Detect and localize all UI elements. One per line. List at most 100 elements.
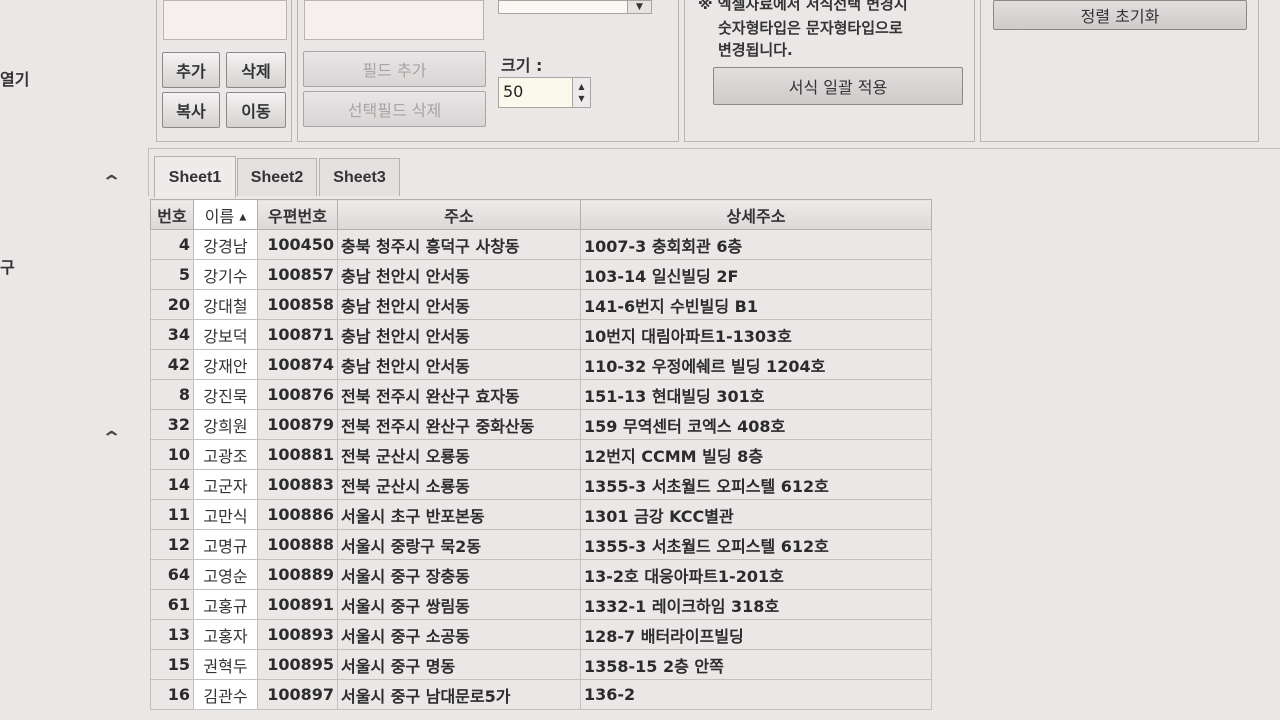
cell-detail-address[interactable]: 13-2호 대웅아파트1-201호 — [580, 559, 932, 590]
column-header-detail-address[interactable]: 상세주소 — [580, 199, 932, 230]
size-value[interactable]: 50 — [503, 82, 523, 101]
stepper-arrows-icon[interactable]: ▲ ▼ — [572, 78, 590, 107]
table-row[interactable]: 5 강기수 100857 충남 천안시 안서동 103-14 일신빌딩 2F — [150, 259, 932, 290]
cell-zip[interactable]: 100889 — [257, 559, 338, 590]
cell-detail-address[interactable]: 151-13 현대빌딩 301호 — [580, 379, 932, 410]
cell-address[interactable]: 전북 군산시 소룡동 — [337, 469, 581, 500]
collapse-chevron-icon[interactable]: ⌃ — [101, 172, 122, 193]
cell-number[interactable]: 13 — [150, 619, 194, 650]
cell-number[interactable]: 34 — [150, 319, 194, 350]
size-stepper[interactable]: 50 ▲ ▼ — [498, 77, 591, 108]
cell-detail-address[interactable]: 1301 금강 KCC별관 — [580, 499, 932, 530]
format-select[interactable]: ▼ — [498, 0, 652, 14]
delete-selected-field-button[interactable]: 선택필드 삭제 — [303, 91, 486, 127]
cell-address[interactable]: 전북 군산시 오룡동 — [337, 439, 581, 470]
cell-name[interactable]: 고광조 — [193, 439, 258, 470]
cell-detail-address[interactable]: 1355-3 서초월드 오피스텔 612호 — [580, 529, 932, 560]
cell-zip[interactable]: 100881 — [257, 439, 338, 470]
cell-number[interactable]: 10 — [150, 439, 194, 470]
cell-address[interactable]: 충남 천안시 안서동 — [337, 319, 581, 350]
column-header-address[interactable]: 주소 — [337, 199, 581, 230]
cell-number[interactable]: 11 — [150, 499, 194, 530]
cell-number[interactable]: 61 — [150, 589, 194, 620]
move-button[interactable]: 이동 — [226, 92, 286, 128]
cell-name[interactable]: 권혁두 — [193, 649, 258, 680]
cell-detail-address[interactable]: 128-7 배터라이프빌딩 — [580, 619, 932, 650]
column-header-name[interactable]: 이름 ▲ — [193, 199, 258, 230]
cell-zip[interactable]: 100895 — [257, 649, 338, 680]
cell-detail-address[interactable]: 136-2 — [580, 679, 932, 710]
cell-name[interactable]: 고홍규 — [193, 589, 258, 620]
tab-sheet2[interactable]: Sheet2 — [237, 158, 317, 196]
cell-detail-address[interactable]: 1358-15 2층 안쪽 — [580, 649, 932, 680]
cell-address[interactable]: 서울시 초구 반포본동 — [337, 499, 581, 530]
cell-zip[interactable]: 100450 — [257, 229, 338, 260]
cell-number[interactable]: 64 — [150, 559, 194, 590]
cell-zip[interactable]: 100886 — [257, 499, 338, 530]
cell-name[interactable]: 김관수 — [193, 679, 258, 710]
cell-address[interactable]: 서울시 중구 소공동 — [337, 619, 581, 650]
cell-address[interactable]: 서울시 중구 명동 — [337, 649, 581, 680]
table-row[interactable]: 61 고홍규 100891 서울시 중구 쌍림동 1332-1 레이크하임 318호 — [150, 589, 932, 620]
cell-detail-address[interactable]: 1007-3 충회회관 6층 — [580, 229, 932, 260]
cell-number[interactable]: 8 — [150, 379, 194, 410]
tab-sheet3[interactable]: Sheet3 — [319, 158, 400, 196]
copy-button[interactable]: 복사 — [162, 92, 220, 128]
cell-address[interactable]: 서울시 중구 장충동 — [337, 559, 581, 590]
cell-number[interactable]: 5 — [150, 259, 194, 290]
cell-address[interactable]: 서울시 중랑구 묵2동 — [337, 529, 581, 560]
cell-zip[interactable]: 100858 — [257, 289, 338, 320]
table-row[interactable]: 16 김관수 100897 서울시 중구 남대문로5가 136-2 — [150, 679, 932, 710]
cell-address[interactable]: 충남 천안시 안서동 — [337, 349, 581, 380]
table-row[interactable]: 20 강대철 100858 충남 천안시 안서동 141-6번지 수빈빌딩 B1 — [150, 289, 932, 320]
table-row[interactable]: 42 강재안 100874 충남 천안시 안서동 110-32 우정에쉐르 빌딩 120… — [150, 349, 932, 380]
tab-sheet1[interactable]: Sheet1 — [154, 156, 236, 198]
data-grid[interactable]: 번호 이름 ▲ 우편번호 주소 상세주소 4 강경남 100450 충북 청주시 흥덕… — [150, 199, 932, 720]
cell-name[interactable]: 강진묵 — [193, 379, 258, 410]
cell-address[interactable]: 서울시 중구 남대문로5가 — [337, 679, 581, 710]
collapse-chevron-icon[interactable]: ⌃ — [101, 428, 122, 449]
cell-number[interactable]: 14 — [150, 469, 194, 500]
sidebar-open-label[interactable]: 열기 — [0, 66, 29, 90]
delete-button[interactable]: 삭제 — [226, 52, 286, 88]
cell-number[interactable]: 16 — [150, 679, 194, 710]
table-row[interactable]: 8 강진묵 100876 전북 전주시 완산구 효자동 151-13 현대빌딩 301호 — [150, 379, 932, 410]
cell-zip[interactable]: 100888 — [257, 529, 338, 560]
cell-number[interactable]: 4 — [150, 229, 194, 260]
table-row[interactable]: 15 권혁두 100895 서울시 중구 명동 1358-15 2층 안쪽 — [150, 649, 932, 680]
cell-name[interactable]: 강재안 — [193, 349, 258, 380]
cell-address[interactable]: 전북 전주시 완산구 효자동 — [337, 379, 581, 410]
cell-zip[interactable]: 100876 — [257, 379, 338, 410]
table-row[interactable]: 11 고만식 100886 서울시 초구 반포본동 1301 금강 KCC별관 — [150, 499, 932, 530]
reset-sort-button[interactable]: 정렬 초기화 — [993, 0, 1247, 30]
table-row[interactable]: 13 고홍자 100893 서울시 중구 소공동 128-7 배터라이프빌딩 — [150, 619, 932, 650]
sidebar-label-2[interactable]: 구 — [0, 254, 15, 278]
cell-detail-address[interactable]: 1355-3 서초월드 오피스텔 612호 — [580, 469, 932, 500]
cell-address[interactable]: 전북 전주시 완산구 중화산동 — [337, 409, 581, 440]
column-header-number[interactable]: 번호 — [150, 199, 194, 230]
cell-address[interactable]: 충남 천안시 안서동 — [337, 289, 581, 320]
cell-name[interactable]: 강기수 — [193, 259, 258, 290]
cell-detail-address[interactable]: 159 무역센터 코엑스 408호 — [580, 409, 932, 440]
cell-detail-address[interactable]: 1332-1 레이크하임 318호 — [580, 589, 932, 620]
cell-name[interactable]: 강보덕 — [193, 319, 258, 350]
cell-address[interactable]: 서울시 중구 쌍림동 — [337, 589, 581, 620]
cell-zip[interactable]: 100891 — [257, 589, 338, 620]
cell-zip[interactable]: 100879 — [257, 409, 338, 440]
table-row[interactable]: 10 고광조 100881 전북 군산시 오룡동 12번지 CCMM 빌딩 8층 — [150, 439, 932, 470]
table-row[interactable]: 14 고군자 100883 전북 군산시 소룡동 1355-3 서초월드 오피스텔 61… — [150, 469, 932, 500]
add-field-button[interactable]: 필드 추가 — [303, 51, 486, 87]
add-button[interactable]: 추가 — [162, 52, 220, 88]
cell-zip[interactable]: 100893 — [257, 619, 338, 650]
cell-number[interactable]: 12 — [150, 529, 194, 560]
cell-name[interactable]: 강희원 — [193, 409, 258, 440]
cell-zip[interactable]: 100874 — [257, 349, 338, 380]
table-row[interactable]: 64 고영순 100889 서울시 중구 장충동 13-2호 대웅아파트1-201호 — [150, 559, 932, 590]
cell-detail-address[interactable]: 12번지 CCMM 빌딩 8층 — [580, 439, 932, 470]
cell-detail-address[interactable]: 10번지 대림아파트1-1303호 — [580, 319, 932, 350]
cell-number[interactable]: 15 — [150, 649, 194, 680]
cell-number[interactable]: 32 — [150, 409, 194, 440]
cell-name[interactable]: 강경남 — [193, 229, 258, 260]
table-row[interactable]: 4 강경남 100450 충북 청주시 흥덕구 사창동 1007-3 충회회관 6층 — [150, 229, 932, 260]
cell-detail-address[interactable]: 110-32 우정에쉐르 빌딩 1204호 — [580, 349, 932, 380]
